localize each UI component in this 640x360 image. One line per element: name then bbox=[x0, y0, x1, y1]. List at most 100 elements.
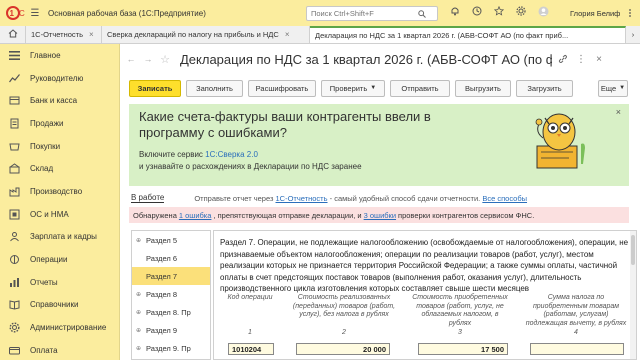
document-state[interactable]: В работе bbox=[131, 193, 165, 203]
expand-icon[interactable]: ⊕ bbox=[136, 309, 146, 316]
favorites-star-icon[interactable] bbox=[494, 6, 504, 16]
document-area: ← → ☆ Декларация по НДС за 1 квартал 202… bbox=[121, 44, 640, 360]
column-header: Стоимость реализованных (переданных) тов… bbox=[292, 294, 396, 318]
sold-value-cell[interactable]: 20 000 bbox=[296, 343, 390, 355]
forward-arrow-icon[interactable]: → bbox=[141, 52, 155, 66]
expand-icon[interactable]: ⊕ bbox=[136, 327, 146, 334]
sidebar-item-reports[interactable]: Отчеты bbox=[0, 271, 119, 294]
scrollbar-thumb[interactable] bbox=[631, 235, 635, 265]
upload-button[interactable]: Выгрузить bbox=[455, 79, 511, 97]
hamburger-menu-icon[interactable]: ☰ bbox=[28, 6, 42, 20]
back-arrow-icon[interactable]: ← bbox=[124, 52, 138, 66]
section-item-selected[interactable]: Раздел 7 bbox=[132, 267, 210, 285]
warehouse-icon bbox=[8, 163, 20, 175]
menu-icon bbox=[8, 49, 20, 61]
sidebar: Главное Руководителю Банк и касса Продаж… bbox=[0, 44, 120, 360]
notifications-icon[interactable] bbox=[450, 6, 460, 16]
search-icon[interactable] bbox=[415, 9, 429, 18]
link-icon[interactable] bbox=[556, 52, 570, 66]
fill-button[interactable]: Заполнить bbox=[186, 79, 243, 97]
assets-icon bbox=[8, 208, 20, 220]
section-label: Раздел 7 bbox=[146, 271, 178, 281]
sidebar-item-main[interactable]: Главное bbox=[0, 44, 119, 67]
sidebar-item-payment[interactable]: Оплата bbox=[0, 339, 119, 360]
settings-gear-icon[interactable] bbox=[516, 6, 526, 16]
section-item[interactable]: ⊕ Раздел 8. Пр bbox=[132, 303, 210, 321]
sidebar-item-director[interactable]: Руководителю bbox=[0, 67, 119, 90]
status-text: Отправьте отчет через 1С-Отчетность - са… bbox=[194, 194, 527, 203]
tabs-scroll-icon[interactable]: › bbox=[626, 26, 640, 43]
section-item[interactable]: Раздел 6 bbox=[132, 249, 210, 267]
sidebar-item-sales[interactable]: Продажи bbox=[0, 112, 119, 135]
section-heading: Раздел 7. Операции, не подлежащие налого… bbox=[220, 238, 629, 293]
document-header: ← → ☆ Декларация по НДС за 1 квартал 202… bbox=[121, 44, 640, 74]
status-text-part: Отправьте отчет через bbox=[194, 193, 276, 203]
purchased-value-cell[interactable]: 17 500 bbox=[418, 343, 508, 355]
close-icon[interactable]: × bbox=[285, 30, 290, 39]
tab-label: 1С-Отчетность bbox=[31, 30, 84, 39]
more-options-icon[interactable]: ⋮ bbox=[574, 52, 588, 66]
people-icon bbox=[8, 231, 20, 243]
user-name[interactable]: Глория Белиф bbox=[570, 9, 620, 18]
1c-logo-icon: 1С bbox=[6, 6, 28, 20]
download-button[interactable]: Загрузить bbox=[516, 79, 573, 97]
section-label: Раздел 9 bbox=[146, 325, 178, 335]
sidebar-item-label: Склад bbox=[30, 164, 54, 174]
button-label: Проверить bbox=[329, 83, 368, 93]
sidebar-item-catalogs[interactable]: Справочники bbox=[0, 294, 119, 317]
section-item[interactable]: ⊕ Раздел 9. Пр bbox=[132, 339, 210, 357]
status-text-part: - самый удобный способ сдачи отчетности. bbox=[327, 193, 483, 203]
expand-icon[interactable]: ⊕ bbox=[136, 291, 146, 298]
section-label: Раздел 6 bbox=[146, 253, 178, 263]
check-button[interactable]: Проверить ▼ bbox=[321, 79, 385, 97]
section-item[interactable]: ⊕ Раздел 5 bbox=[132, 231, 210, 249]
tab-1c-reporting[interactable]: 1С-Отчетность × bbox=[26, 26, 102, 43]
vertical-scrollbar[interactable] bbox=[630, 231, 636, 359]
sidebar-item-purchases[interactable]: Покупки bbox=[0, 135, 119, 158]
error-text: проверки контрагентов сервисом ФНС. bbox=[398, 210, 535, 220]
sidebar-item-fixed-assets[interactable]: ОС и НМА bbox=[0, 203, 119, 226]
decode-button[interactable]: Расшифровать bbox=[248, 79, 316, 97]
more-button[interactable]: Еще ▼ bbox=[598, 79, 628, 97]
cart-icon bbox=[8, 117, 20, 129]
tax-deduction-cell[interactable] bbox=[530, 343, 624, 355]
more-options-icon[interactable] bbox=[627, 8, 633, 18]
reporting-link[interactable]: 1С-Отчетность bbox=[276, 194, 328, 203]
sidebar-item-production[interactable]: Производство bbox=[0, 180, 119, 203]
close-icon[interactable]: × bbox=[616, 107, 621, 117]
bookmark-star-icon[interactable]: ☆ bbox=[158, 52, 172, 66]
expand-icon[interactable]: ⊕ bbox=[136, 345, 146, 352]
banner-title: Какие счета-фактуры ваши контрагенты вве… bbox=[139, 109, 431, 140]
section-label: Раздел 8. Пр bbox=[146, 307, 191, 317]
operation-code-cell[interactable]: 1010204 bbox=[228, 343, 274, 355]
sidebar-item-warehouse[interactable]: Склад bbox=[0, 157, 119, 180]
expand-icon[interactable]: ⊕ bbox=[136, 237, 146, 244]
section-item[interactable]: ⊕ Раздел 8 bbox=[132, 285, 210, 303]
section-item[interactable]: ⊕ Раздел 9 bbox=[132, 321, 210, 339]
three-errors-link[interactable]: 3 ошибки bbox=[364, 211, 396, 220]
sidebar-item-label: Справочники bbox=[30, 300, 79, 310]
chevron-down-icon: ▼ bbox=[370, 85, 377, 91]
error-bar: Обнаружена 1 ошибка , препятствующая отп… bbox=[129, 207, 629, 223]
one-error-link[interactable]: 1 ошибка bbox=[179, 211, 212, 220]
sverka-link[interactable]: 1С:Сверка 2.0 bbox=[205, 150, 258, 159]
title-bar: 1С ☰ Основная рабочая база (1С:Предприят… bbox=[0, 0, 640, 26]
all-methods-link[interactable]: Все способы bbox=[482, 194, 527, 203]
user-avatar-icon[interactable] bbox=[538, 6, 549, 17]
sidebar-item-bank[interactable]: Банк и касса bbox=[0, 89, 119, 112]
home-tab[interactable] bbox=[0, 26, 26, 43]
sidebar-item-salary[interactable]: Зарплата и кадры bbox=[0, 226, 119, 249]
send-button[interactable]: Отправить bbox=[390, 79, 450, 97]
save-button[interactable]: Записать bbox=[129, 79, 181, 97]
tab-label: Декларация по НДС за 1 квартал 2026 г. (… bbox=[315, 31, 569, 40]
tab-declaration-reconciliation[interactable]: Сверка деклараций по налогу на прибыль и… bbox=[102, 26, 310, 43]
banner-line2: и узнавайте о расхождениях в Декларации … bbox=[139, 162, 362, 171]
tab-vat-declaration[interactable]: Декларация по НДС за 1 квартал 2026 г. (… bbox=[310, 26, 626, 43]
close-icon[interactable]: × bbox=[592, 52, 606, 66]
history-icon[interactable] bbox=[472, 6, 482, 16]
search-input[interactable] bbox=[307, 9, 415, 18]
search-box[interactable] bbox=[306, 6, 438, 21]
sidebar-item-administration[interactable]: Администрирование bbox=[0, 316, 119, 339]
sidebar-item-operations[interactable]: Операции bbox=[0, 248, 119, 271]
close-icon[interactable]: × bbox=[89, 30, 94, 39]
